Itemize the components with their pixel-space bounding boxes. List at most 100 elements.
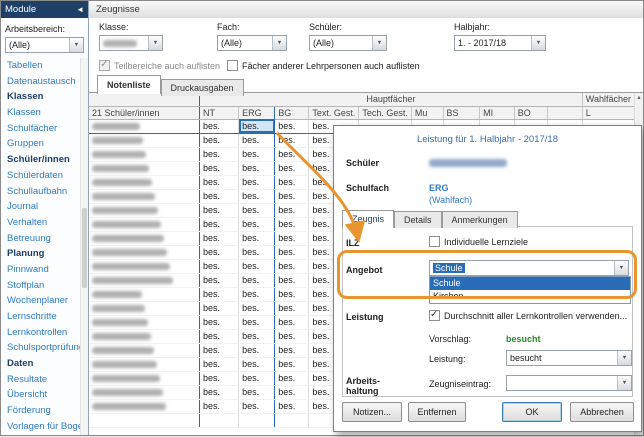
grade-cell[interactable]: bes.: [239, 357, 275, 371]
grade-cell[interactable]: bes.: [275, 217, 309, 231]
column-header-bo[interactable]: BO: [514, 106, 547, 119]
student-name-cell[interactable]: [89, 385, 200, 399]
sidebar-item-wochenplaner[interactable]: Wochenplaner: [1, 293, 81, 309]
grade-cell[interactable]: bes.: [239, 203, 275, 217]
sidebar-item-förderung[interactable]: Förderung: [1, 403, 81, 419]
sidebar-item-journal[interactable]: Journal: [1, 199, 81, 215]
grade-cell[interactable]: bes.: [239, 189, 275, 203]
sidebar-item-vorlagen-für-bogen[interactable]: Vorlagen für Bogen: [1, 419, 81, 435]
grade-cell[interactable]: bes.: [275, 147, 309, 161]
sidebar-item-gruppen[interactable]: Gruppen: [1, 136, 81, 152]
grade-cell[interactable]: bes.: [239, 329, 275, 343]
student-name-cell[interactable]: [89, 301, 200, 315]
column-header-l[interactable]: L: [582, 106, 634, 119]
column-header-mi[interactable]: MI: [480, 106, 515, 119]
grade-cell[interactable]: bes.: [275, 385, 309, 399]
sidebar-item-schullaufbahn[interactable]: Schullaufbahn: [1, 184, 81, 200]
sidebar-item-übersicht[interactable]: Übersicht: [1, 387, 81, 403]
chevron-down-icon[interactable]: ▼: [69, 38, 83, 52]
pin-icon[interactable]: ◄: [76, 6, 84, 14]
grade-cell[interactable]: bes.: [275, 357, 309, 371]
sidebar-item-schulsportprüfung[interactable]: Schulsportprüfung: [1, 340, 81, 356]
grade-cell[interactable]: bes.: [275, 203, 309, 217]
column-header-mu[interactable]: Mu: [411, 106, 443, 119]
grade-cell[interactable]: bes.: [200, 371, 239, 385]
column-header-blank[interactable]: [548, 106, 583, 119]
sidebar-item-klassen[interactable]: Klassen: [1, 89, 81, 105]
grade-cell[interactable]: bes.: [239, 259, 275, 273]
grade-cell[interactable]: bes.: [239, 245, 275, 259]
teilbereiche-checkbox[interactable]: Teilbereiche auch auflisten: [99, 60, 220, 71]
grade-cell[interactable]: bes.: [275, 161, 309, 175]
grade-cell[interactable]: bes.: [200, 273, 239, 287]
student-name-cell[interactable]: [89, 245, 200, 259]
sidebar-item-stoffplan[interactable]: Stoffplan: [1, 278, 81, 294]
durchschnitt-checkbox[interactable]: Durchschnitt aller Lernkontrollen verwen…: [429, 310, 627, 321]
column-header-nt[interactable]: NT: [200, 106, 239, 119]
grade-cell[interactable]: bes.: [275, 133, 309, 147]
grade-cell[interactable]: bes.: [239, 399, 275, 413]
grade-cell[interactable]: bes.: [275, 329, 309, 343]
grade-cell[interactable]: bes.: [275, 231, 309, 245]
grade-cell[interactable]: bes.: [275, 189, 309, 203]
student-name-cell[interactable]: [89, 133, 200, 147]
column-header-tech-gest[interactable]: Tech. Gest.: [359, 106, 412, 119]
grade-cell[interactable]: bes.: [275, 343, 309, 357]
sidebar-item-verhalten[interactable]: Verhalten: [1, 215, 81, 231]
student-name-cell[interactable]: [89, 203, 200, 217]
sidebar-item-datenaustausch[interactable]: Datenaustausch: [1, 74, 81, 90]
zeugniseintrag-select[interactable]: ▼: [506, 375, 632, 391]
chevron-down-icon[interactable]: ▼: [614, 261, 628, 275]
student-name-cell[interactable]: [89, 147, 200, 161]
student-name-cell[interactable]: [89, 175, 200, 189]
grade-cell[interactable]: bes.: [200, 175, 239, 189]
filter-select-halbjahr[interactable]: 1. - 2017/18▼: [454, 35, 546, 51]
grade-cell[interactable]: bes.: [239, 385, 275, 399]
grade-cell[interactable]: bes.: [200, 231, 239, 245]
student-name-cell[interactable]: [89, 399, 200, 413]
sidebar-item-pinnwand[interactable]: Pinnwand: [1, 262, 81, 278]
grade-cell[interactable]: bes.: [200, 315, 239, 329]
grade-cell[interactable]: bes.: [200, 119, 239, 133]
sidebar-item-schulfächer[interactable]: Schulfächer: [1, 121, 81, 137]
chevron-down-icon[interactable]: ▼: [617, 376, 631, 390]
grade-cell[interactable]: bes.: [200, 385, 239, 399]
grade-cell[interactable]: bes.: [239, 343, 275, 357]
checkbox-checked-icon[interactable]: [429, 310, 440, 321]
grade-cell[interactable]: bes.: [239, 273, 275, 287]
grade-cell[interactable]: bes.: [200, 147, 239, 161]
student-name-cell[interactable]: [89, 357, 200, 371]
student-name-cell[interactable]: [89, 315, 200, 329]
column-header-bs[interactable]: BS: [443, 106, 480, 119]
grade-cell[interactable]: bes.: [200, 203, 239, 217]
faecher-checkbox[interactable]: Fächer anderer Lehrpersonen auch auflist…: [227, 60, 420, 71]
grade-cell[interactable]: bes.: [239, 217, 275, 231]
grade-cell[interactable]: bes.: [275, 301, 309, 315]
tab-zeugnis[interactable]: Zeugnis: [342, 210, 394, 228]
grade-cell[interactable]: bes.: [200, 161, 239, 175]
option-schule[interactable]: Schule: [430, 277, 630, 290]
option-kirchen[interactable]: Kirchen: [430, 290, 630, 303]
sidebar-item-betreuung[interactable]: Betreuung: [1, 231, 81, 247]
scrollbar-thumb[interactable]: [82, 208, 87, 288]
grade-cell[interactable]: bes.: [275, 287, 309, 301]
grade-cell[interactable]: bes.: [200, 133, 239, 147]
angebot-select[interactable]: Schule ▼: [429, 260, 629, 276]
grade-cell[interactable]: bes.: [239, 315, 275, 329]
student-name-cell[interactable]: [89, 287, 200, 301]
entfernen-button[interactable]: Entfernen: [408, 402, 466, 422]
student-name-cell[interactable]: [89, 371, 200, 385]
abbrechen-button[interactable]: Abbrechen: [570, 402, 634, 422]
tab-druckausgaben[interactable]: Druckausgaben: [161, 79, 244, 96]
grade-cell[interactable]: bes.: [239, 175, 275, 189]
column-header-text-gest[interactable]: Text. Gest.: [309, 106, 359, 119]
grade-cell[interactable]: bes.: [239, 371, 275, 385]
grade-cell[interactable]: bes.: [275, 175, 309, 189]
sidebar-item-schülerdaten[interactable]: Schülerdaten: [1, 168, 81, 184]
workspace-select[interactable]: (Alle) ▼: [5, 37, 84, 53]
student-name-cell[interactable]: [89, 343, 200, 357]
student-name-cell[interactable]: [89, 231, 200, 245]
filter-select-klasse[interactable]: ▼: [99, 35, 163, 51]
grade-cell[interactable]: bes.: [200, 343, 239, 357]
grade-cell[interactable]: bes.: [200, 189, 239, 203]
